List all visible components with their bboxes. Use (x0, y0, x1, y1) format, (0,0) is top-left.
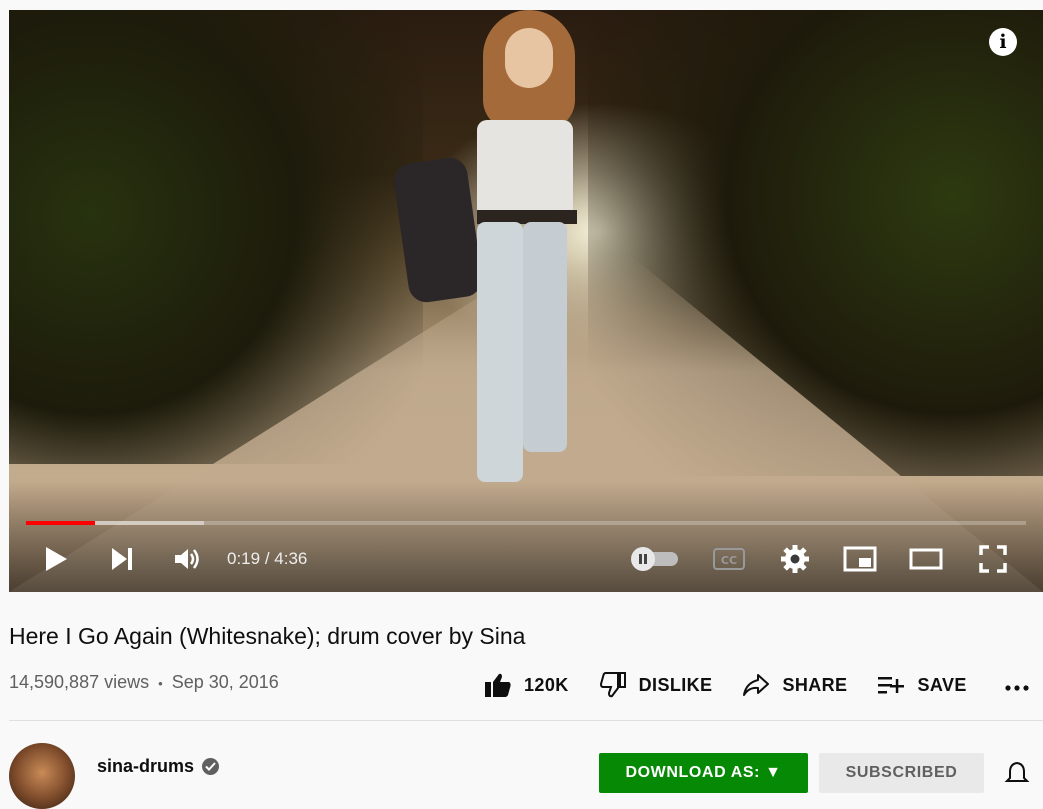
svg-text:CC: CC (721, 554, 737, 567)
progress-played (26, 521, 95, 525)
volume-icon (175, 549, 199, 569)
video-title: Here I Go Again (Whitesnake); drum cover… (9, 623, 526, 649)
info-icon[interactable]: i (989, 28, 1017, 56)
save-button[interactable]: SAVE (877, 674, 966, 696)
captions-icon: CC (713, 548, 745, 570)
dislike-label: DISLIKE (638, 674, 713, 695)
play-button[interactable] (39, 542, 73, 576)
settings-icon (781, 545, 809, 573)
thumbs-up-icon (485, 673, 511, 697)
like-button[interactable]: 120K (484, 672, 569, 698)
share-label: SHARE (782, 674, 848, 695)
time-total: 4:36 (274, 549, 308, 568)
video-actions: 120K DISLIKE SHARE SAVE (484, 666, 997, 704)
time-current: 0:19 (227, 549, 261, 568)
time-display: 0:19 / 4:36 (227, 549, 307, 569)
thumbs-down-icon (599, 672, 626, 698)
next-button[interactable] (105, 542, 139, 576)
fullscreen-icon (979, 545, 1007, 573)
video-frame-person (391, 10, 589, 500)
meta-separator: • (158, 676, 163, 691)
save-label: SAVE (917, 674, 967, 695)
download-button[interactable]: DOWNLOAD AS: ▼ (599, 753, 808, 793)
playlist-add-icon (878, 677, 905, 694)
channel-info: sina-drums (97, 756, 220, 777)
captions-button[interactable]: CC (711, 542, 747, 576)
share-button[interactable]: SHARE (742, 673, 847, 697)
volume-button[interactable] (169, 542, 205, 576)
channel-avatar[interactable] (9, 743, 75, 809)
share-icon (743, 674, 770, 696)
next-icon (112, 548, 132, 570)
video-meta: 14,590,887 views • Sep 30, 2016 (9, 672, 279, 693)
bell-icon (1004, 761, 1030, 782)
miniplayer-icon (843, 546, 877, 572)
more-actions-button[interactable] (1002, 673, 1032, 703)
notification-bell-button[interactable] (1004, 760, 1030, 786)
progress-bar[interactable] (26, 521, 1026, 525)
fullscreen-button[interactable] (975, 542, 1011, 576)
time-separator: / (260, 549, 275, 568)
miniplayer-button[interactable] (841, 542, 879, 576)
view-count: 14,590,887 views (9, 672, 150, 692)
subscribed-button[interactable]: SUBSCRIBED (819, 753, 984, 793)
verified-badge-icon (202, 758, 220, 775)
upload-date: Sep 30, 2016 (171, 672, 279, 692)
channel-name[interactable]: sina-drums (97, 756, 194, 777)
autoplay-toggle[interactable] (629, 542, 681, 576)
theater-icon (909, 548, 943, 570)
dislike-button[interactable]: DISLIKE (599, 672, 713, 698)
theater-button[interactable] (907, 542, 945, 576)
settings-button[interactable] (777, 542, 813, 576)
divider (9, 720, 1043, 721)
play-icon (46, 547, 67, 571)
autoplay-toggle-icon (631, 547, 678, 571)
more-horizontal-icon (1005, 685, 1029, 691)
like-count: 120K (524, 674, 569, 695)
controls-gradient (9, 482, 1043, 592)
video-player[interactable]: i 0:19 / 4:36 CC (9, 10, 1043, 592)
